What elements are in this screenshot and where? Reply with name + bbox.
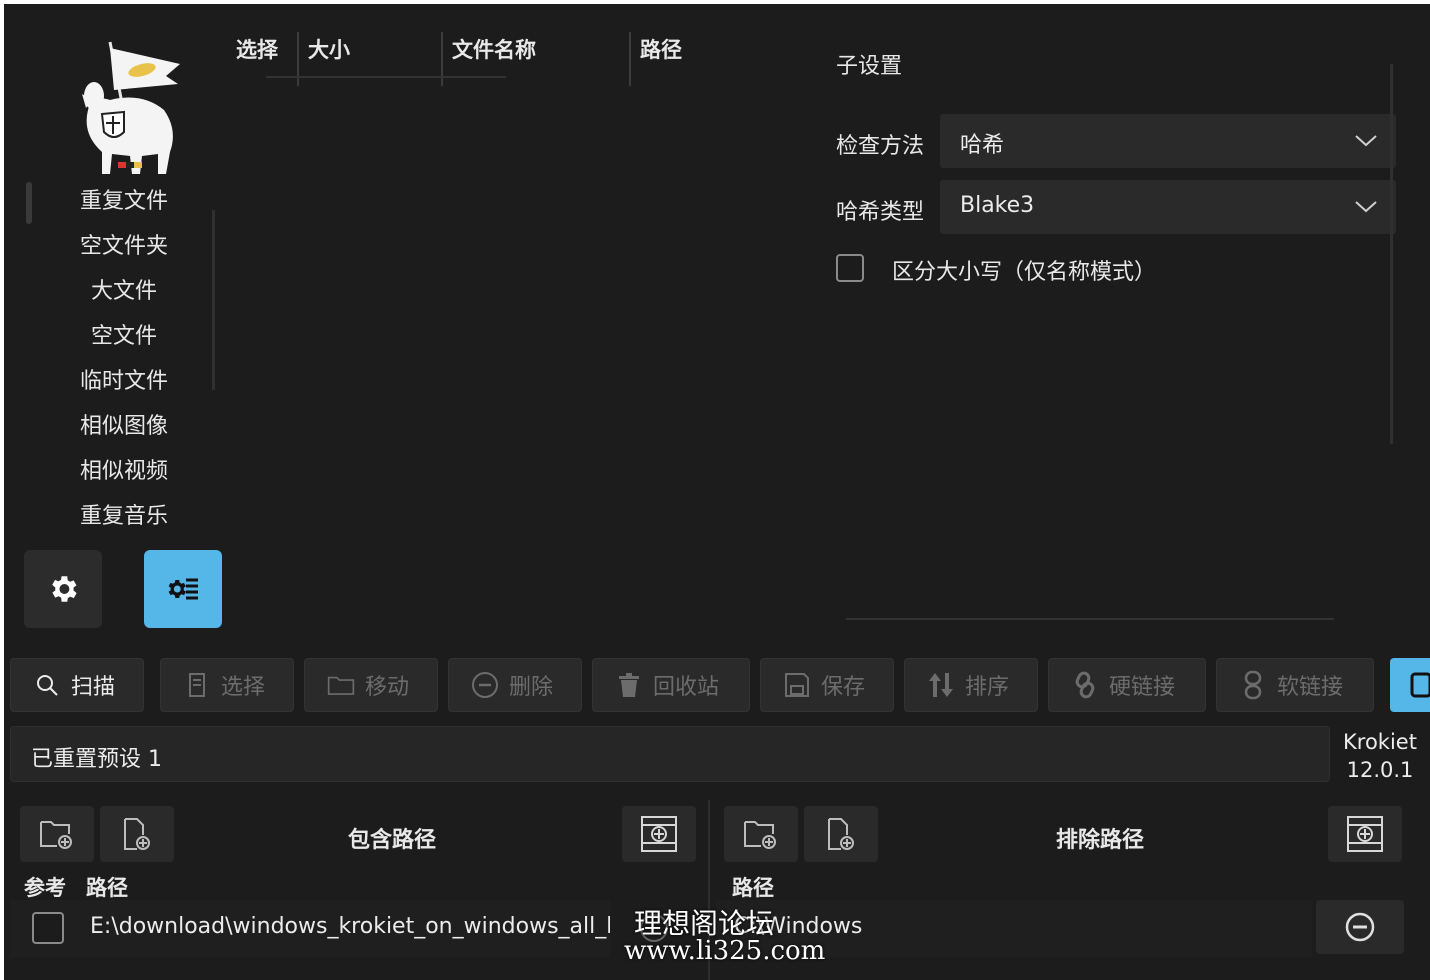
version-number: 12.0.1: [1346, 758, 1414, 782]
sidebar-item-similar-videos[interactable]: 相似视频: [44, 452, 204, 492]
app-name: Krokiet: [1343, 730, 1417, 754]
delete-button-label: 删除: [509, 675, 554, 700]
hardlink-button-label: 硬链接: [1109, 675, 1176, 700]
settings-divider: [846, 618, 1334, 620]
hash-type-value: Blake3: [960, 193, 1035, 218]
recycle-bin-button[interactable]: 回收站: [592, 658, 750, 712]
sidebar-item-similar-images[interactable]: 相似图像: [44, 407, 204, 447]
scan-button-label: 扫描: [71, 675, 116, 700]
sort-icon: [929, 673, 953, 697]
add-included-folder-button[interactable]: [20, 806, 94, 862]
sidebar-item-duplicate-music[interactable]: 重复音乐: [44, 497, 204, 537]
column-header-file-name[interactable]: 文件名称: [452, 34, 536, 64]
check-method-value: 哈希: [960, 133, 1005, 158]
sort-button[interactable]: 排序: [904, 658, 1038, 712]
included-col-reference: 参考: [24, 876, 66, 900]
settings-scrollbar[interactable]: [1390, 64, 1393, 444]
sidebar-selection-indicator: [26, 182, 32, 224]
sidebar-item-empty-folders[interactable]: 空文件夹: [44, 227, 204, 267]
soft-link-icon: [1244, 670, 1262, 700]
check-method-select[interactable]: 哈希: [940, 114, 1396, 168]
more-actions-button[interactable]: [1390, 658, 1430, 712]
settings-button[interactable]: [24, 550, 102, 628]
add-included-path-button[interactable]: [622, 806, 696, 862]
add-excluded-folder-button[interactable]: [724, 806, 798, 862]
status-text: 已重置预设 1: [31, 747, 162, 772]
softlink-button-label: 软链接: [1277, 675, 1344, 700]
sort-button-label: 排序: [965, 675, 1010, 700]
excluded-col-path: 路径: [732, 876, 774, 900]
recycle-bin-button-label: 回收站: [653, 675, 720, 700]
add-excluded-path-button[interactable]: [1328, 806, 1402, 862]
select-button-label: 选择: [221, 675, 266, 700]
select-icon: [189, 673, 205, 697]
search-icon: [37, 675, 58, 696]
file-add-icon: [124, 818, 150, 850]
reference-checkbox[interactable]: [32, 912, 64, 944]
watermark-url: www.li325.com: [624, 936, 826, 966]
minus-circle-icon: [472, 672, 498, 698]
hash-type-select[interactable]: Blake3: [940, 180, 1396, 234]
panel-icon: [1410, 672, 1430, 698]
link-icon: [1075, 671, 1095, 699]
case-sensitive-checkbox[interactable]: [836, 254, 864, 282]
sidebar-item-temporary-files[interactable]: 临时文件: [44, 362, 204, 402]
hash-type-label: 哈希类型: [836, 200, 925, 225]
file-add-icon: [828, 818, 854, 850]
add-excluded-file-button[interactable]: [804, 806, 878, 862]
folder-icon: [327, 676, 355, 695]
move-button[interactable]: 移动: [304, 658, 438, 712]
move-button-label: 移动: [365, 675, 410, 700]
tool-settings-button[interactable]: [144, 550, 222, 628]
save-button-label: 保存: [821, 675, 866, 700]
gear-icon: [52, 576, 77, 602]
hardlink-button[interactable]: 硬链接: [1048, 658, 1206, 712]
save-button[interactable]: 保存: [760, 658, 894, 712]
trash-icon: [619, 673, 639, 697]
column-header-path[interactable]: 路径: [640, 34, 682, 64]
included-paths-title: 包含路径: [348, 828, 437, 853]
check-method-label: 检查方法: [836, 134, 925, 159]
sidebar-item-big-files[interactable]: 大文件: [44, 272, 204, 312]
sidebar-item-empty-files[interactable]: 空文件: [44, 317, 204, 357]
excluded-paths-title: 排除路径: [1056, 828, 1145, 853]
add-included-file-button[interactable]: [100, 806, 174, 862]
folder-add-icon: [40, 821, 72, 849]
plus-box-icon: [641, 816, 677, 852]
included-path-text: E:\download\windows_krokiet_on_windows_a…: [90, 914, 610, 939]
chevron-down-icon: [1355, 135, 1377, 147]
save-icon: [785, 673, 809, 697]
delete-button[interactable]: 删除: [448, 658, 582, 712]
column-resize-handle[interactable]: [629, 32, 631, 86]
minus-circle-icon: [1345, 912, 1375, 942]
softlink-button[interactable]: 软链接: [1216, 658, 1374, 712]
app-version: Krokiet 12.0.1: [1340, 728, 1420, 784]
status-bar: 已重置预设 1: [10, 726, 1330, 782]
header-underline: [266, 76, 506, 78]
column-header-size[interactable]: 大小: [308, 34, 350, 64]
scan-button[interactable]: 扫描: [10, 658, 144, 712]
app-window: 重复文件 空文件夹 大文件 空文件 临时文件 相似图像 相似视频 重复音乐 选择…: [4, 4, 1430, 980]
remove-excluded-path-button[interactable]: [1316, 900, 1404, 954]
sidebar-scrollbar[interactable]: [212, 210, 215, 390]
sidebar-item-duplicate-files[interactable]: 重复文件: [44, 182, 204, 222]
column-header-select[interactable]: 选择: [236, 34, 278, 64]
plus-box-icon: [1347, 816, 1383, 852]
folder-add-icon: [744, 821, 776, 849]
sub-settings-title: 子设置: [836, 54, 903, 79]
select-button[interactable]: 选择: [160, 658, 294, 712]
chevron-down-icon: [1355, 201, 1377, 213]
krokiet-logo: [82, 41, 180, 174]
included-col-path: 路径: [86, 876, 128, 900]
tool-settings-icon: [168, 578, 198, 600]
case-sensitive-label: 区分大小写（仅名称模式）: [892, 260, 1157, 285]
